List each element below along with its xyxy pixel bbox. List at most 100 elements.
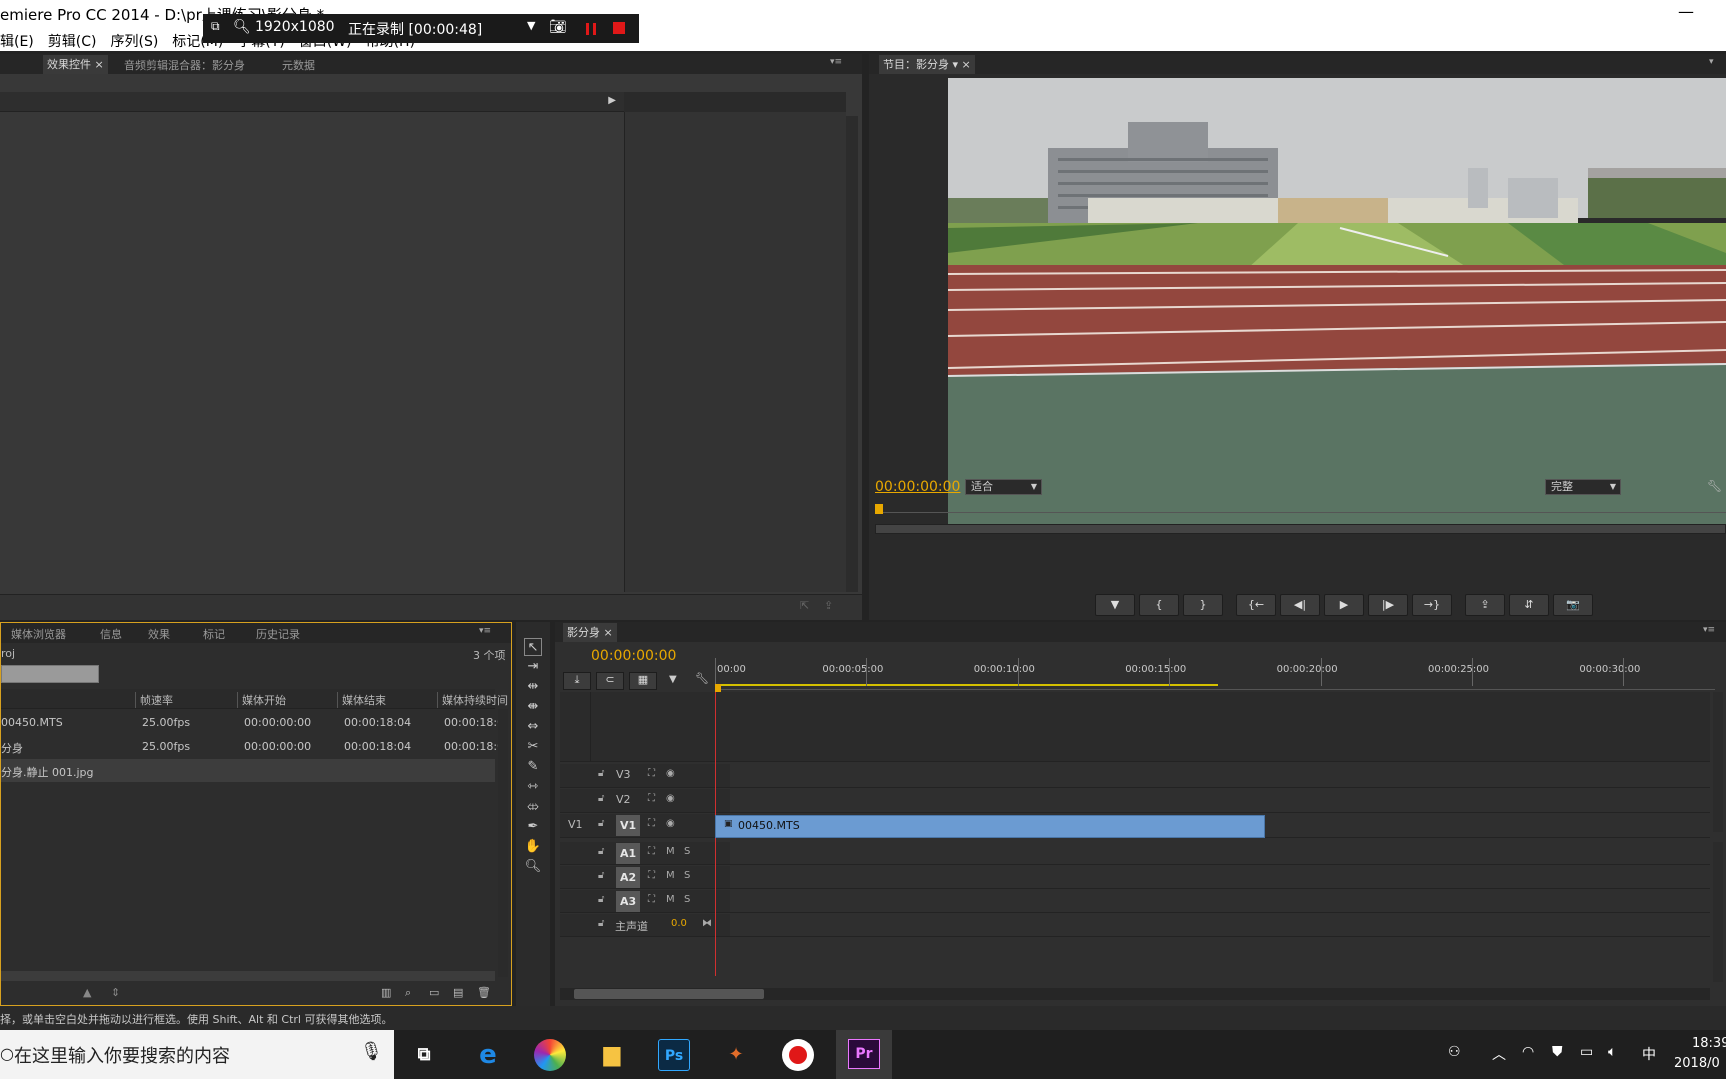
export-frame-button[interactable]: 📷 (1553, 594, 1593, 616)
tab-audio-clip-mixer[interactable]: 音频剪辑混合器：影分身 (124, 57, 245, 73)
solo-button[interactable]: S (684, 870, 690, 881)
extract-button[interactable]: ⇵ (1509, 594, 1549, 616)
program-scrubber[interactable] (875, 504, 1726, 522)
track-name[interactable]: V2 (616, 793, 631, 806)
video-vscrollbar[interactable] (1713, 692, 1723, 832)
project-hscrollbar[interactable] (1, 971, 495, 981)
sync-lock-icon[interactable]: ⛶ (648, 793, 655, 804)
automate-icon[interactable]: ▥ (381, 986, 391, 999)
mark-in-button[interactable]: { (1139, 594, 1179, 616)
column-header[interactable]: 帧速率 (135, 692, 173, 708)
lift-button[interactable]: ⇪ (1465, 594, 1505, 616)
master-volume[interactable]: 0.0 (671, 918, 687, 929)
expand-arrow-icon[interactable]: ▶ (608, 95, 616, 106)
ripple-edit-tool-icon[interactable]: ⇹ (524, 678, 542, 696)
project-item-row[interactable]: 分身 25.00fps 00:00:00:00 00:00:18:04 00:00:18… (1, 735, 504, 758)
track-name[interactable]: V1 (616, 815, 641, 836)
people-icon[interactable]: ⚇ (1448, 1044, 1461, 1060)
premiere-taskbar-item[interactable]: Pr (836, 1030, 892, 1079)
wrench-icon[interactable]: 🔧︎ (1707, 479, 1722, 493)
track-forward-tool-icon[interactable]: ⤄ (524, 798, 542, 816)
clock-date[interactable]: 2018/0 (1674, 1056, 1720, 1071)
master-track[interactable]: 🔓︎ 主声道 0.0 ⧓ (560, 914, 1710, 937)
video-clip[interactable]: ▣ 00450.MTS (715, 815, 1265, 838)
rate-stretch-tool-icon[interactable]: ⇔ (524, 718, 542, 736)
tab-info[interactable]: 信息 (100, 626, 122, 642)
eye-icon[interactable]: ◉ (666, 793, 675, 804)
eye-icon[interactable]: ◉ (666, 818, 675, 829)
trash-icon[interactable]: 🗑︎ (477, 986, 491, 999)
find-icon[interactable]: ⌕ (405, 986, 411, 1000)
panel-menu-icon[interactable]: ▾ (1709, 57, 1714, 67)
lock-icon[interactable]: 🔓︎ (598, 768, 604, 779)
mark-out-button[interactable]: } (1183, 594, 1223, 616)
playhead-handle[interactable] (715, 684, 721, 692)
project-item-row[interactable]: 分身.静止 001.jpg (1, 759, 495, 782)
restore-icon[interactable]: ⧉ (211, 19, 220, 34)
clock-time[interactable]: 18:39 (1692, 1036, 1726, 1051)
razor-tool-icon[interactable]: ✂ (524, 738, 542, 756)
lock-icon[interactable]: 🔓︎ (598, 818, 604, 829)
pause-icon-bar[interactable] (593, 23, 596, 35)
lock-icon[interactable]: 🔓︎ (598, 918, 604, 929)
photoshop-icon[interactable]: Ps (658, 1039, 690, 1071)
wrench-icon[interactable]: 🔧︎ (695, 672, 709, 685)
taskbar-search-box[interactable]: ○ 在这里输入你要搜索的内容 🎙︎ (0, 1030, 394, 1079)
add-marker-button[interactable]: ▦ (629, 672, 657, 690)
play-button[interactable]: ▶ (1324, 594, 1364, 616)
recorder-icon[interactable] (782, 1039, 814, 1071)
game-icon[interactable]: ✦ (720, 1039, 752, 1071)
rolling-edit-tool-icon[interactable]: ⇼ (524, 698, 542, 716)
track-name[interactable]: A1 (616, 843, 641, 864)
tray-expand-icon[interactable]: ︿ (1492, 1044, 1506, 1064)
zoom-tool-icon[interactable]: 🔍︎ (524, 858, 542, 876)
program-zoom-bar[interactable] (875, 524, 1726, 534)
sync-lock-icon[interactable]: ⛶ (648, 870, 655, 881)
tab-history[interactable]: 历史记录 (256, 626, 300, 642)
hand-tool-icon[interactable]: ✋ (524, 838, 542, 856)
menu-item[interactable]: 辑(E) (0, 34, 34, 50)
microphone-icon[interactable]: 🎙︎ (360, 1041, 383, 1062)
task-view-icon[interactable]: ⧉ (408, 1039, 440, 1071)
timeline-timecode[interactable]: 00:00:00:00 (591, 648, 676, 664)
camera-icon[interactable]: 📷︎ (549, 19, 567, 35)
mute-button[interactable]: M (666, 870, 675, 881)
tab-effects[interactable]: 效果 (148, 626, 170, 642)
lock-icon[interactable]: 🔓︎ (598, 870, 604, 881)
new-item-icon[interactable]: ▤ (453, 986, 463, 999)
menu-item[interactable]: 剪辑(C) (48, 34, 97, 50)
go-to-out-button[interactable]: →} (1412, 594, 1452, 616)
panel-menu-icon[interactable]: ▾≡ (1703, 625, 1715, 635)
tab-effect-controls[interactable]: 效果控件 × (43, 55, 108, 74)
magnifier-icon[interactable]: 🔍︎ (233, 19, 251, 35)
timeline-scroll-thumb[interactable] (574, 989, 764, 999)
sync-lock-icon[interactable]: ⛶ (648, 894, 655, 905)
solo-button[interactable]: S (684, 846, 690, 857)
snap-button[interactable]: ⤓ (563, 672, 591, 690)
audio-vscrollbar[interactable] (1713, 842, 1723, 982)
eye-icon[interactable]: ◉ (666, 768, 675, 779)
pause-icon[interactable] (586, 23, 589, 35)
timeline-hscrollbar[interactable] (560, 988, 1710, 1000)
playhead-marker[interactable] (875, 504, 883, 514)
track-name[interactable]: A3 (616, 891, 641, 912)
sync-lock-icon[interactable]: ⛶ (648, 768, 655, 779)
track-name[interactable]: A2 (616, 867, 641, 888)
tab-media-browser[interactable]: 媒体浏览器 (11, 626, 66, 642)
lock-icon[interactable]: 🔓︎ (598, 793, 604, 804)
column-header[interactable]: 媒体结束 (337, 692, 386, 708)
wifi-icon[interactable]: ◠ (1522, 1044, 1534, 1060)
step-forward-button[interactable]: |▶ (1368, 594, 1408, 616)
solo-button[interactable]: S (684, 894, 690, 905)
slide-tool-icon[interactable]: ⇿ (524, 778, 542, 796)
new-bin-icon[interactable]: ▭ (429, 986, 439, 999)
video-track-v2[interactable]: 🔓︎ V2 ⛶ ◉ (560, 789, 1710, 813)
file-explorer-icon[interactable]: ▆ (596, 1039, 628, 1071)
tab-metadata[interactable]: 元数据 (282, 57, 315, 73)
video-track-v3[interactable]: 🔓︎ V3 ⛶ ◉ (560, 764, 1710, 788)
tab-sequence[interactable]: 影分身 × (563, 623, 617, 642)
work-area-bar[interactable] (715, 684, 1218, 686)
sync-lock-icon[interactable]: ⛶ (648, 846, 655, 857)
master-pan-icon[interactable]: ⧓ (702, 918, 712, 929)
effect-scrollbar[interactable] (846, 116, 858, 592)
